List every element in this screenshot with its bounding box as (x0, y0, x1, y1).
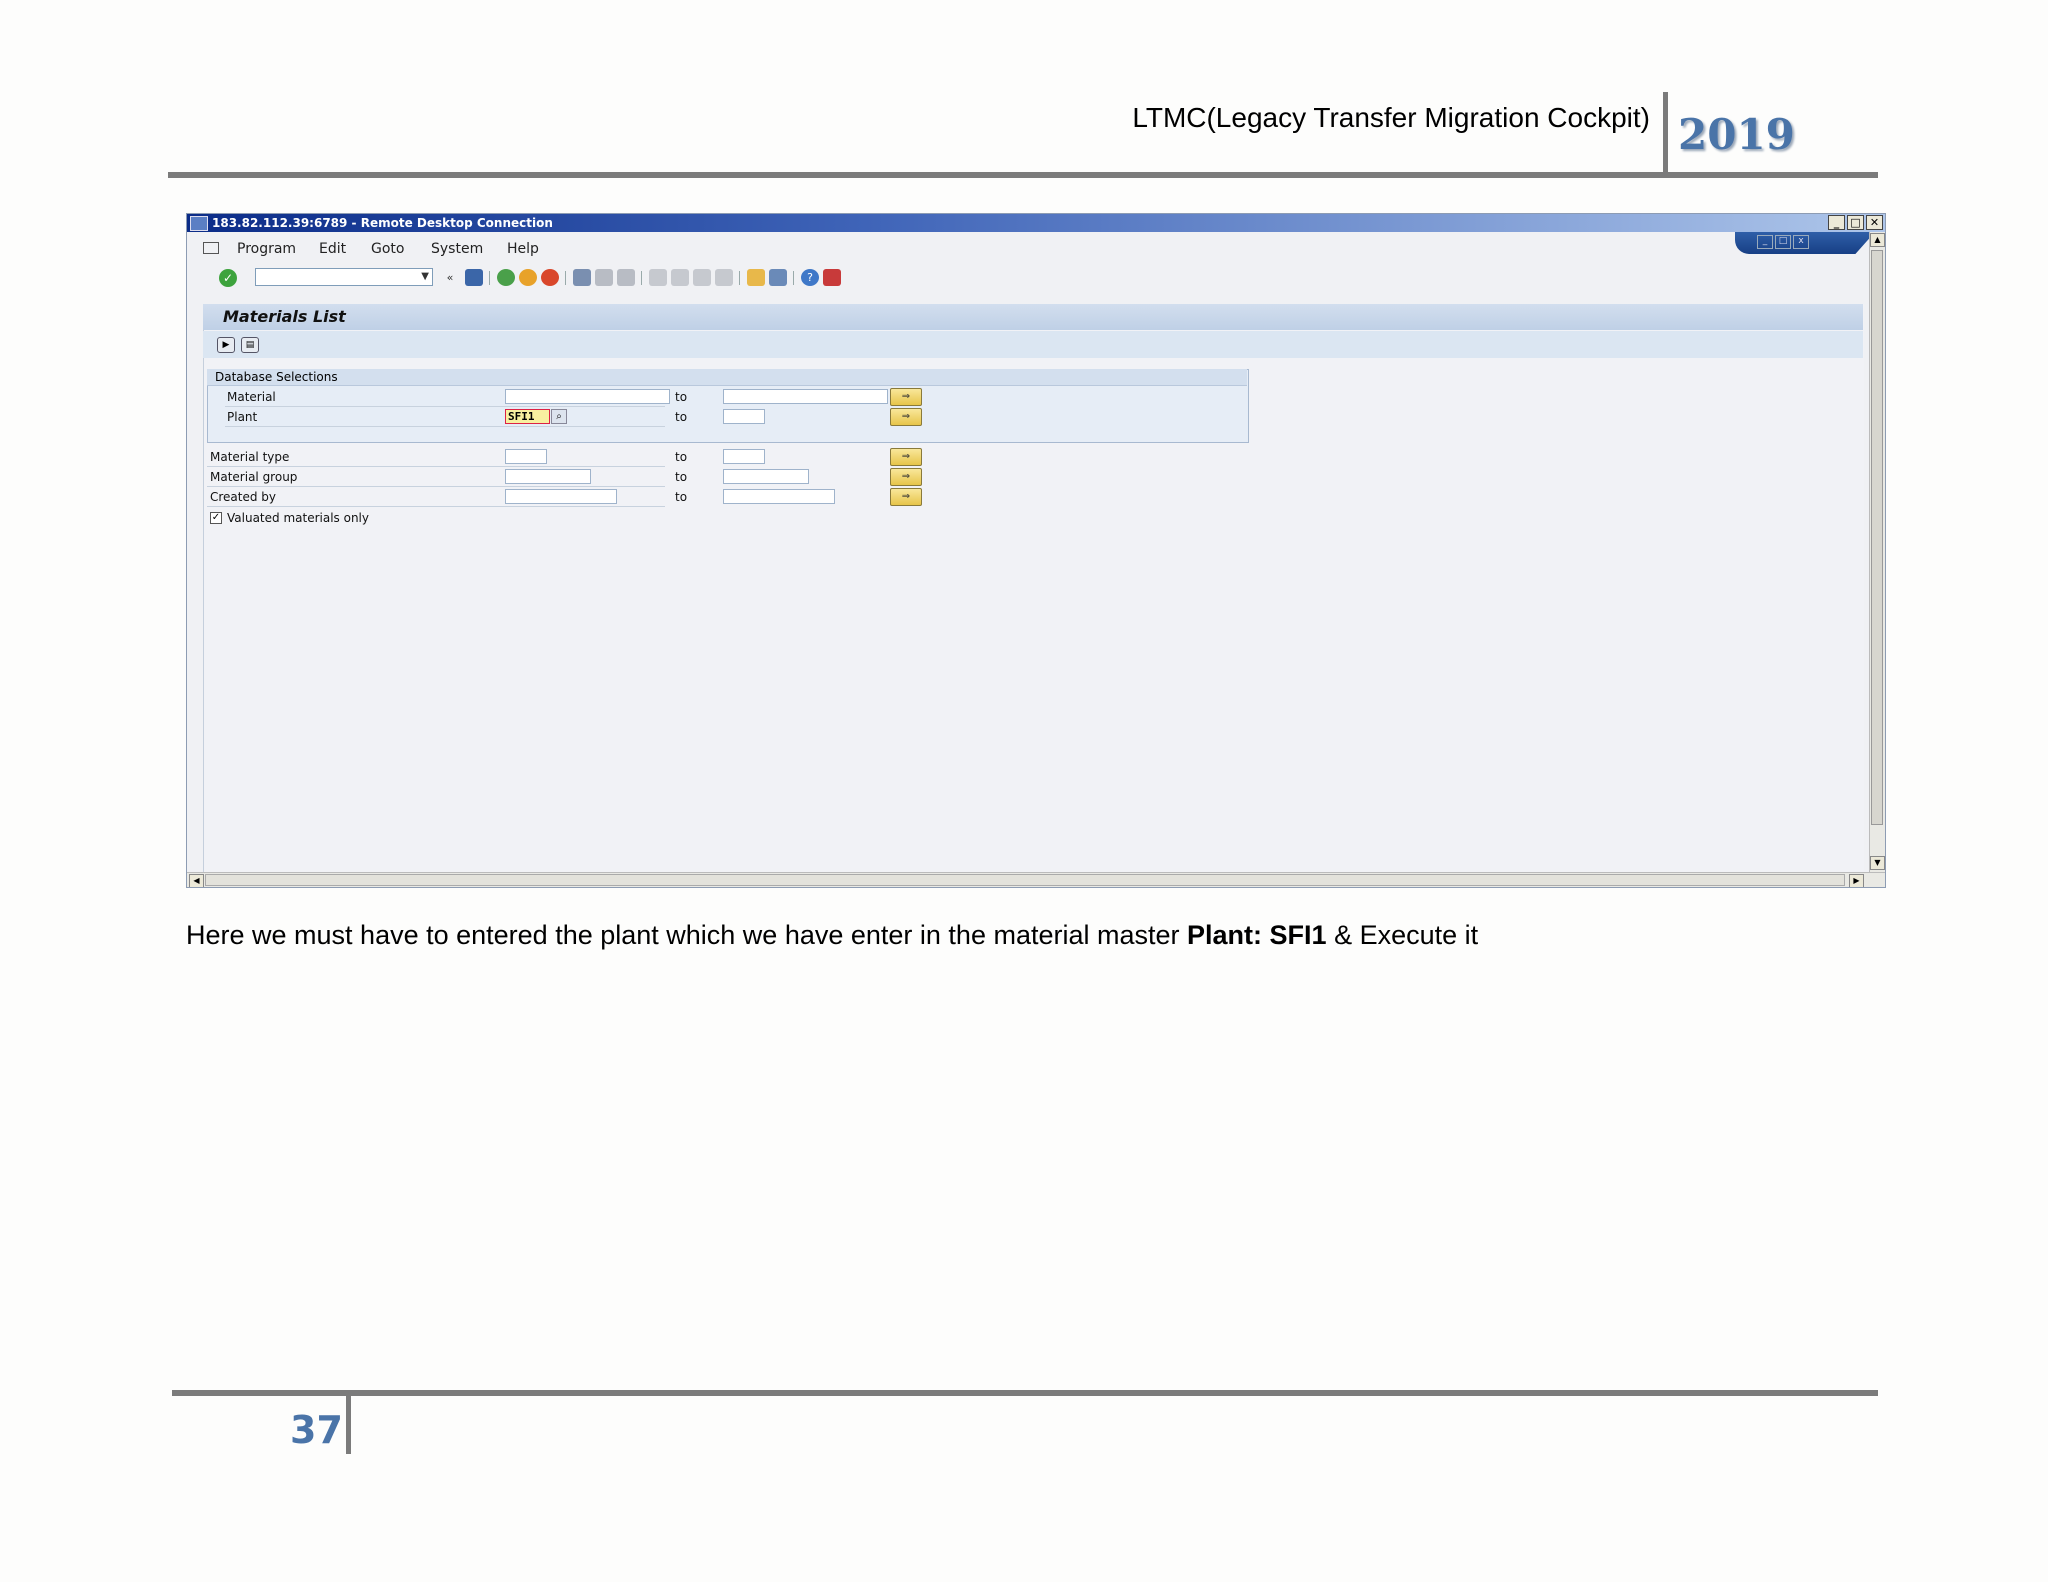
plant-multiple-selection-button[interactable]: ⇒ (890, 408, 922, 426)
footer-rule (172, 1390, 1878, 1396)
page-number: 37 (290, 1408, 343, 1452)
material-type-label: Material type (210, 450, 290, 464)
material-type-to-input[interactable] (723, 449, 765, 464)
remote-desktop-icon (190, 216, 208, 231)
print-icon[interactable] (573, 269, 591, 286)
material-group-multiple-selection-button[interactable]: ⇒ (890, 468, 922, 486)
material-to-label: to (675, 390, 688, 404)
save-icon[interactable] (465, 269, 483, 286)
created-by-to-label: to (675, 490, 688, 504)
plant-label: Plant (227, 410, 258, 424)
material-multiple-selection-button[interactable]: ⇒ (890, 388, 922, 406)
material-label: Material (227, 390, 276, 404)
minimize-button[interactable]: _ (1828, 215, 1845, 230)
screen-title-bar: Materials List (203, 304, 1863, 330)
header-rule (168, 172, 1878, 178)
horizontal-scroll-thumb[interactable] (205, 874, 1845, 886)
help-icon[interactable]: ? (801, 269, 819, 286)
restore-button[interactable]: □ (1847, 215, 1864, 230)
execute-icon[interactable]: ▶ (217, 337, 235, 353)
material-group-from-input[interactable] (505, 469, 591, 484)
screen-title: Materials List (223, 307, 346, 326)
menu-help[interactable]: Help (507, 241, 539, 257)
menu-bar: Program Edit Goto System Help (187, 236, 1867, 260)
standard-toolbar: ✓ ▼ « ? (187, 264, 1867, 292)
created-by-from-input[interactable] (505, 489, 617, 504)
document-year: 2019 (1678, 110, 1795, 159)
new-session-icon[interactable] (747, 269, 765, 286)
cancel-icon[interactable] (541, 269, 559, 286)
vertical-scroll-thumb[interactable] (1871, 250, 1883, 825)
system-menu-icon[interactable] (203, 242, 219, 254)
group-title: Database Selections (215, 370, 338, 384)
window-title: 183.82.112.39:6789 - Remote Desktop Conn… (212, 216, 553, 230)
scroll-left-button[interactable]: ◀ (189, 874, 204, 887)
caption-text-end: & Execute it (1326, 920, 1479, 950)
plant-to-input[interactable] (723, 409, 765, 424)
layout-menu-icon[interactable] (823, 269, 841, 286)
close-button[interactable]: ✕ (1866, 215, 1883, 230)
plant-search-help-icon[interactable]: ⌕ (551, 409, 567, 424)
valuated-materials-checkbox[interactable]: ✓ (210, 512, 222, 524)
enter-icon[interactable]: ✓ (219, 269, 237, 287)
material-to-input[interactable] (723, 389, 888, 404)
application-toolbar: ▶ ▤ (203, 331, 1863, 358)
document-header-title: LTMC(Legacy Transfer Migration Cockpit) (1132, 102, 1650, 133)
command-field[interactable]: ▼ (255, 268, 433, 286)
scroll-up-button[interactable]: ▲ (1870, 233, 1885, 247)
first-page-icon[interactable] (649, 269, 667, 286)
caption-plant: Plant: SFI1 (1187, 920, 1327, 950)
collapse-icon[interactable]: « (441, 269, 459, 286)
last-page-icon[interactable] (715, 269, 733, 286)
menu-system[interactable]: System (431, 241, 483, 257)
find-icon[interactable] (595, 269, 613, 286)
valuated-materials-label: Valuated materials only (227, 511, 369, 525)
material-from-input[interactable] (505, 389, 670, 404)
back-icon[interactable] (497, 269, 515, 286)
material-type-to-label: to (675, 450, 688, 464)
find-next-icon[interactable] (617, 269, 635, 286)
menu-program[interactable]: Program (237, 241, 296, 257)
caption-text: Here we must have to entered the plant w… (186, 920, 1188, 950)
plant-to-label: to (675, 410, 688, 424)
created-by-label: Created by (210, 490, 277, 504)
next-page-icon[interactable] (693, 269, 711, 286)
material-type-from-input[interactable] (505, 449, 547, 464)
chevron-down-icon[interactable]: ▼ (421, 271, 429, 282)
scroll-down-button[interactable]: ▼ (1870, 856, 1885, 870)
shortcut-icon[interactable] (769, 269, 787, 286)
footer-divider (346, 1394, 351, 1454)
material-group-label: Material group (210, 470, 298, 484)
created-by-to-input[interactable] (723, 489, 835, 504)
document-caption: Here we must have to entered the plant w… (186, 920, 1478, 951)
created-by-multiple-selection-button[interactable]: ⇒ (890, 488, 922, 506)
exit-icon[interactable] (519, 269, 537, 286)
group-header: Database Selections (207, 369, 1247, 386)
get-variant-icon[interactable]: ▤ (241, 337, 259, 353)
menu-edit[interactable]: Edit (319, 241, 346, 257)
material-group-to-label: to (675, 470, 688, 484)
remote-desktop-window: 183.82.112.39:6789 - Remote Desktop Conn… (186, 213, 1886, 888)
material-type-multiple-selection-button[interactable]: ⇒ (890, 448, 922, 466)
material-group-to-input[interactable] (723, 469, 809, 484)
window-title-bar: 183.82.112.39:6789 - Remote Desktop Conn… (187, 214, 1885, 232)
scroll-right-button[interactable]: ▶ (1849, 874, 1864, 887)
header-divider (1663, 92, 1668, 176)
plant-from-input[interactable]: SFI1 (505, 409, 550, 424)
previous-page-icon[interactable] (671, 269, 689, 286)
menu-goto[interactable]: Goto (371, 241, 404, 257)
